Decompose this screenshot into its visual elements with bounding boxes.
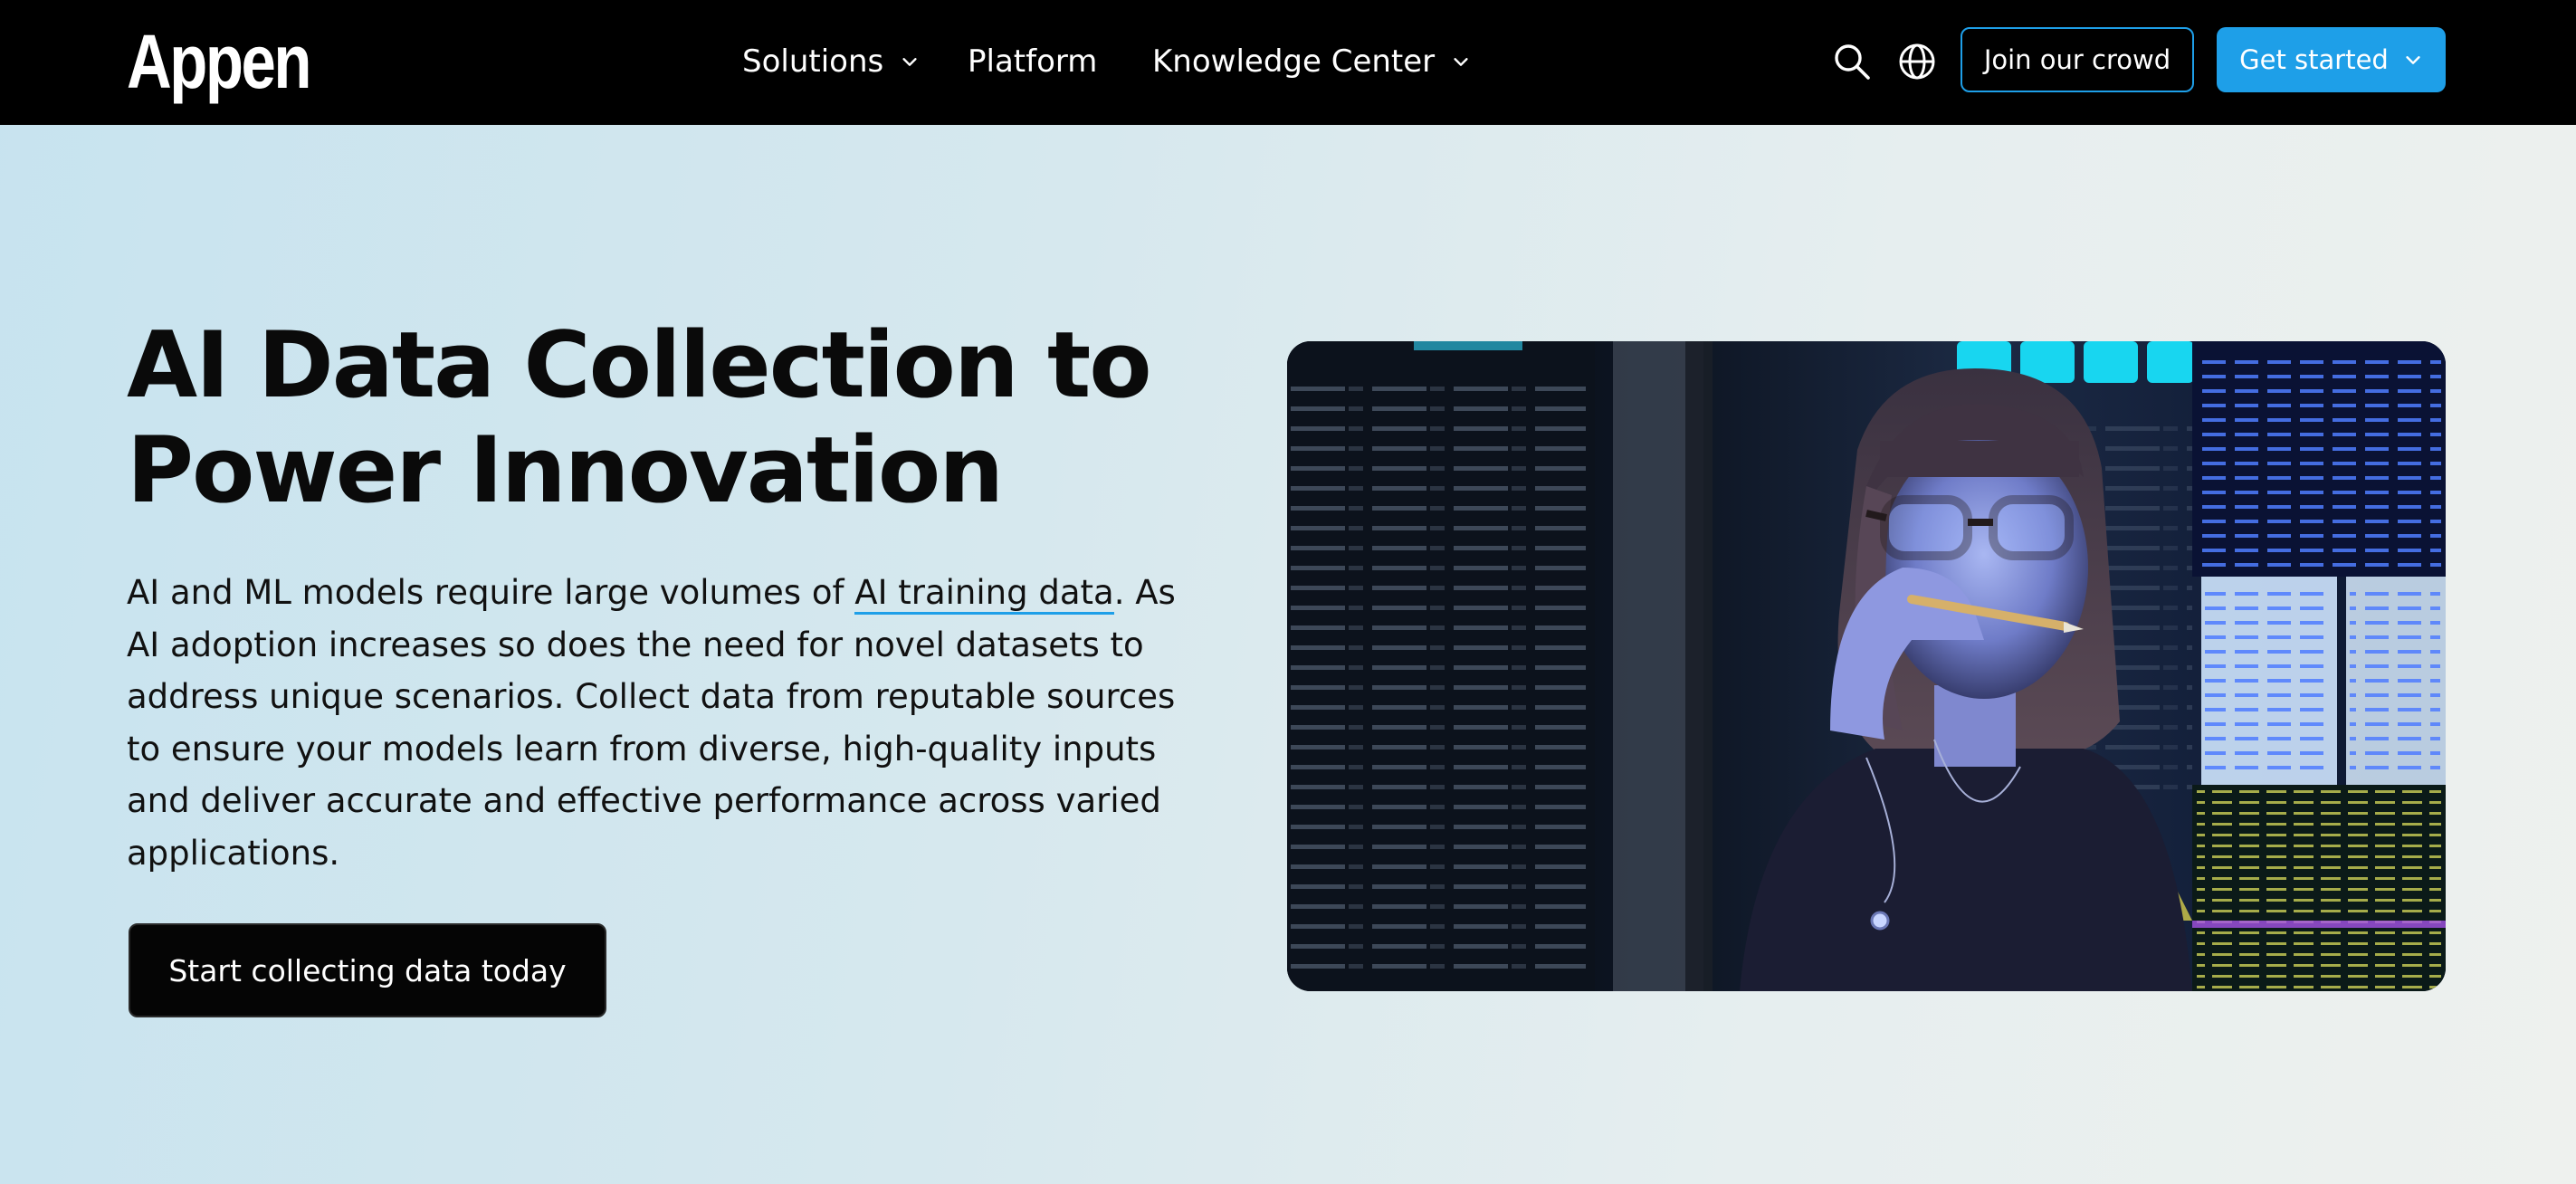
hero-title: AI Data Collection to Power Innovation	[127, 312, 1213, 522]
hero-photo-woman-data-screens	[1287, 341, 2446, 991]
appen-logo[interactable]: Appen	[127, 16, 311, 108]
hero-description-text-end: . As AI adoption increases so does the n…	[127, 573, 1176, 873]
search-icon	[1835, 44, 1870, 80]
chevron-down-icon	[1454, 58, 1468, 66]
join-crowd-button[interactable]: Join our crowd	[1961, 27, 2194, 92]
nav-solutions-label: Solutions	[742, 43, 884, 80]
search-button[interactable]	[1827, 36, 1877, 87]
ai-training-data-link[interactable]: AI training data	[854, 573, 1114, 615]
hero-description-text-start: AI and ML models require large volumes o…	[127, 573, 855, 612]
nav-platform-label: Platform	[968, 43, 1098, 80]
top-navigation: Appen Solutions Platform Knowledge Cente…	[0, 0, 2576, 125]
globe-icon	[1899, 43, 1935, 80]
get-started-label: Get started	[2239, 44, 2389, 75]
hero-description: AI and ML models require large volumes o…	[127, 567, 1195, 879]
hero-title-line-1: AI Data Collection to	[127, 311, 1152, 418]
get-started-button[interactable]: Get started	[2217, 27, 2446, 92]
hero-title-line-2: Power Innovation	[127, 416, 1004, 523]
nav-knowledge-center-label: Knowledge Center	[1152, 43, 1436, 80]
nav-knowledge-center[interactable]: Knowledge Center	[1152, 38, 1471, 85]
chevron-down-icon	[2406, 56, 2420, 64]
chevron-down-icon	[902, 58, 917, 66]
nav-platform[interactable]: Platform	[968, 38, 1097, 85]
nav-solutions[interactable]: Solutions	[742, 38, 920, 85]
language-button[interactable]	[1892, 36, 1942, 87]
start-collecting-button[interactable]: Start collecting data today	[129, 923, 606, 1017]
